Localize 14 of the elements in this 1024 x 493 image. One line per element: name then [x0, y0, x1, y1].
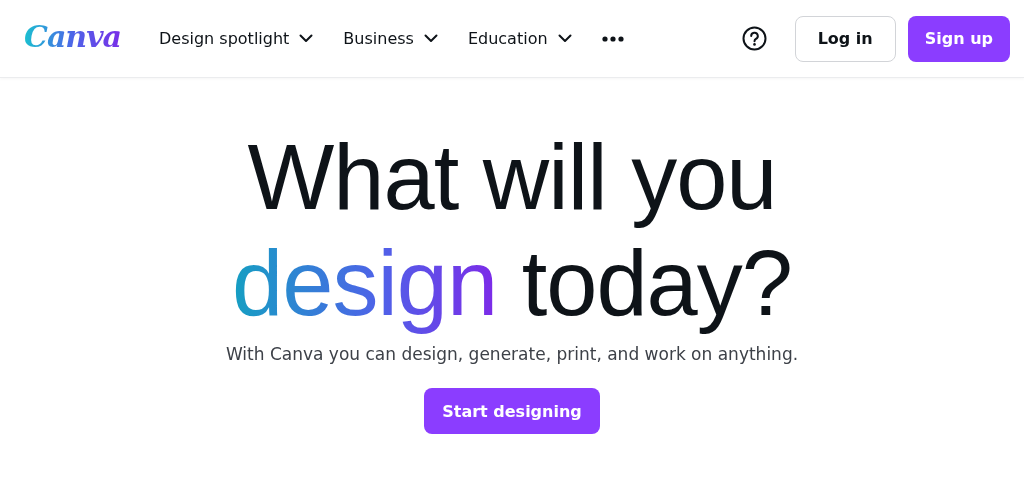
signup-button[interactable]: Sign up: [907, 15, 1010, 62]
chevron-down-icon: [299, 34, 314, 43]
start-designing-button[interactable]: Start designing: [424, 388, 600, 434]
help-icon[interactable]: [741, 26, 767, 51]
more-icon[interactable]: [601, 35, 624, 42]
headline-text: today?: [521, 232, 792, 334]
nav-menu-item[interactable]: Design spotlight: [159, 23, 314, 54]
nav-menu-item[interactable]: Business: [343, 23, 438, 54]
subtitle: With Canva you can design, generate, print, and work on anything.: [225, 344, 799, 364]
chevron-down-icon: [557, 34, 572, 43]
nav-menu-item[interactable]: Education: [467, 23, 572, 54]
headline-text: What will you: [247, 125, 777, 230]
login-button[interactable]: Log in: [794, 15, 896, 62]
chevron-down-icon: [423, 34, 438, 43]
